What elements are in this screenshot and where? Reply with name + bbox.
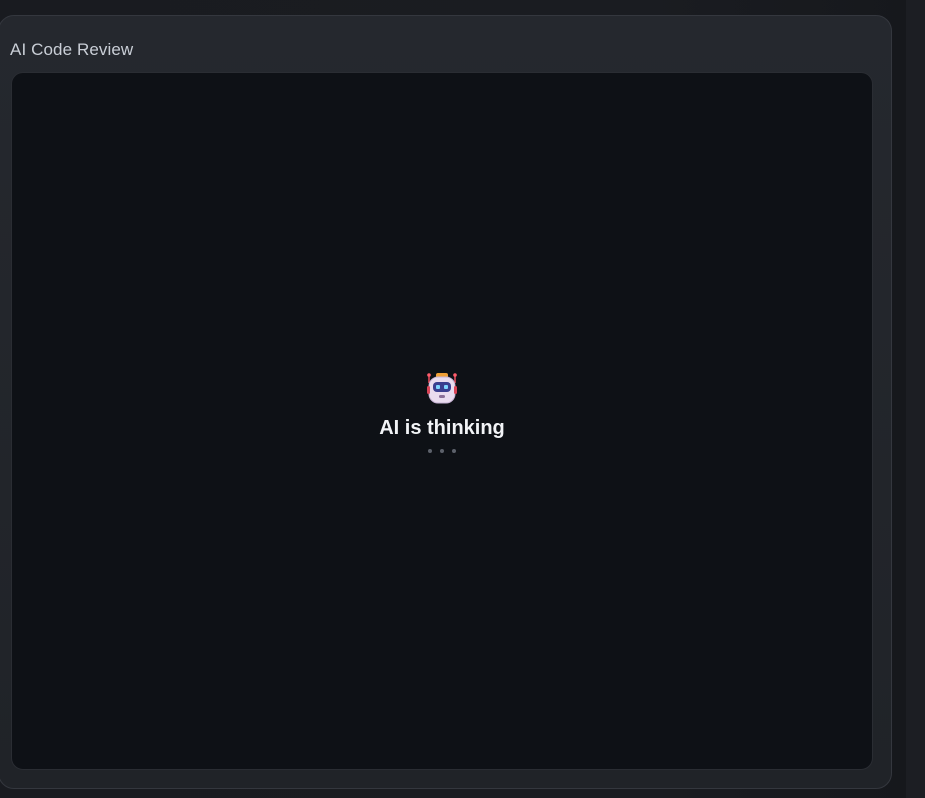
review-content-area: AI is thinking — [11, 72, 873, 770]
loading-dots — [12, 449, 872, 453]
thinking-indicator: AI is thinking — [12, 371, 872, 453]
loading-dot — [452, 449, 456, 453]
loading-dot — [428, 449, 432, 453]
robot-icon — [427, 373, 457, 404]
scrollbar-track[interactable] — [906, 0, 925, 798]
ai-code-review-panel: AI Code Review AI is thinking — [0, 15, 892, 789]
thinking-label: AI is thinking — [379, 417, 505, 439]
panel-title: AI Code Review — [10, 40, 134, 59]
app-page: AI Code Review AI is thinking — [0, 0, 925, 798]
loading-dot — [440, 449, 444, 453]
